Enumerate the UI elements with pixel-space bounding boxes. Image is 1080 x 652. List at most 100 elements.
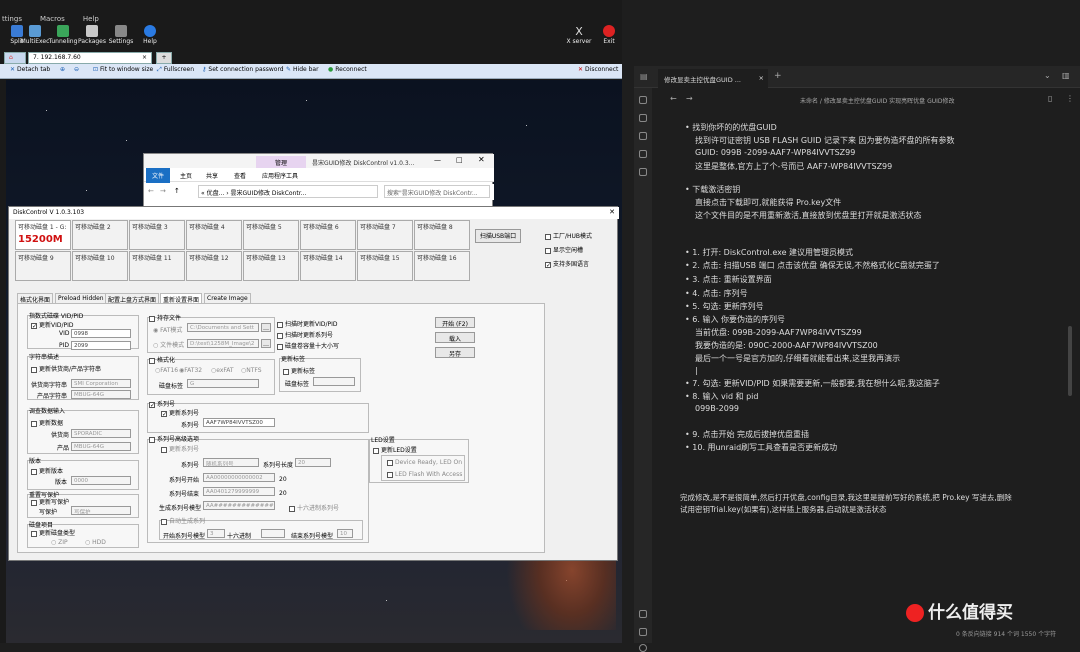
serial-advanced-checkbox[interactable]: 系列号高级选项	[149, 434, 199, 443]
ribbon-view[interactable]: 查看	[234, 171, 246, 180]
session-tab[interactable]: 7. 192.168.7.60 ×	[28, 52, 152, 64]
help-button[interactable]: Help	[133, 24, 167, 50]
disk-slot-7[interactable]: 可移动磁盘 7	[357, 220, 413, 250]
new-tab-button[interactable]: +	[774, 71, 782, 81]
update-version-checkbox[interactable]: 更新版本	[31, 466, 63, 475]
product-string-input[interactable]: MBUG-64G	[71, 390, 131, 399]
start-mask-input[interactable]: 3	[207, 529, 225, 538]
up-icon[interactable]: ↑	[174, 187, 180, 195]
ribbon-share[interactable]: 共享	[206, 171, 218, 180]
end-mask-input[interactable]: 10	[337, 529, 353, 538]
disk-label-input[interactable]	[313, 377, 355, 386]
led-ready-checkbox[interactable]: Device Ready, LED On	[387, 459, 462, 466]
disk-slot-5[interactable]: 可移动磁盘 5	[243, 220, 299, 250]
vault-icon[interactable]	[639, 628, 647, 636]
search-box[interactable]: 搜索"昙宋GUID修改 DiskContr...	[384, 185, 490, 198]
file-mode-radio[interactable]: ○ 文件模式	[153, 340, 184, 349]
update-led-checkbox[interactable]: 更新LED设置	[373, 445, 417, 454]
note-tab[interactable]: 修改显卖主控优盘GUID ... ×	[658, 69, 768, 88]
disk-slot-1[interactable]: 可移动磁盘 1 - G: 15200M	[15, 220, 71, 250]
adv-serial-select[interactable]: 随机系列号	[203, 458, 259, 467]
disk-slot-3[interactable]: 可移动磁盘 3	[129, 220, 185, 250]
scan-update-serial-checkbox[interactable]: 扫描时更新系列号	[277, 330, 333, 339]
set-password-button[interactable]: ⚷ Set connection password	[202, 66, 284, 73]
close-icon[interactable]: ×	[759, 74, 764, 82]
reconnect-button[interactable]: ● Reconnect	[328, 66, 367, 73]
product-input[interactable]: MBUG-64G	[71, 442, 131, 451]
disk-slot-11[interactable]: 可移动磁盘 11	[129, 251, 185, 281]
new-tab-button[interactable]: +	[156, 52, 172, 64]
disk-slot-14[interactable]: 可移动磁盘 14	[300, 251, 356, 281]
ribbon-home[interactable]: 主页	[180, 171, 192, 180]
tab-create-image[interactable]: Create Image	[204, 293, 251, 303]
update-disktype-checkbox[interactable]: 更新磁盘类型	[31, 528, 75, 537]
scan-usb-button[interactable]: 扫描USB端口	[475, 229, 521, 243]
browse-file-button[interactable]: …	[261, 339, 271, 348]
ntfs-radio[interactable]: ○NTFS	[241, 367, 262, 374]
exfat-radio[interactable]: ○exFAT	[211, 367, 234, 374]
update-vidpid-checkbox[interactable]: ✓ 更新VID/PID	[31, 320, 74, 329]
menu-help[interactable]: Help	[83, 15, 99, 23]
zip-radio[interactable]: ○ ZIP	[51, 539, 68, 546]
graph-icon[interactable]	[639, 114, 647, 122]
more-icon[interactable]: ⋮	[1066, 94, 1074, 103]
version-input[interactable]: 0000	[71, 476, 131, 485]
image-checkbox[interactable]: 持存文件	[149, 313, 181, 322]
forward-icon[interactable]: →	[686, 94, 693, 103]
scan-update-vidpid-checkbox[interactable]: 扫描时更新VID/PID	[277, 319, 338, 328]
vendor-input[interactable]: SPORADIC	[71, 429, 131, 438]
format-label-input[interactable]: G	[187, 379, 259, 388]
update-data-checkbox[interactable]: 更新数据	[31, 418, 63, 427]
file-icon[interactable]	[639, 96, 647, 104]
menu-macros[interactable]: Macros	[40, 15, 65, 23]
terminal-icon[interactable]	[639, 168, 647, 176]
address-bar[interactable]: « 优盘... › 昙宋GUID修改 DiskContr...	[198, 185, 378, 198]
fullscreen-button[interactable]: ⤢ Fullscreen	[157, 66, 194, 74]
disk-slot-12[interactable]: 可移动磁盘 12	[186, 251, 242, 281]
gear-icon[interactable]	[639, 644, 647, 652]
disk-slot-15[interactable]: 可移动磁盘 15	[357, 251, 413, 281]
home-tab[interactable]: ⌂	[4, 52, 26, 64]
disk-slot-16[interactable]: 可移动磁盘 16	[414, 251, 470, 281]
serial-checkbox[interactable]: ✓ 系列号	[149, 399, 175, 408]
adv-update-serial-checkbox[interactable]: 更新系列号	[161, 444, 199, 453]
browse-fat-button[interactable]: …	[261, 323, 271, 332]
disk-slot-6[interactable]: 可移动磁盘 6	[300, 220, 356, 250]
writeprotect-select[interactable]: 写保护	[71, 506, 131, 515]
back-icon[interactable]: ←	[670, 94, 677, 103]
manage-tab[interactable]: 管理	[256, 156, 306, 168]
close-icon[interactable]: ×	[142, 54, 147, 61]
format-checkbox[interactable]: 格式化	[149, 355, 175, 364]
minimize-button[interactable]: —	[434, 156, 441, 164]
disk-slot-9[interactable]: 可移动磁盘 9	[15, 251, 71, 281]
tab-preload[interactable]: Preload Hidden	[55, 293, 107, 303]
fat-mode-radio[interactable]: ◉ FAT模式	[153, 325, 182, 334]
text-cursor[interactable]: |	[695, 366, 698, 375]
serial-mask-input[interactable]: AA###############	[203, 501, 275, 510]
help-icon[interactable]	[639, 610, 647, 618]
forward-icon[interactable]: →	[160, 187, 166, 195]
fat32-radio[interactable]: ◉FAT32	[179, 367, 202, 374]
disk-slot-10[interactable]: 可移动磁盘 10	[72, 251, 128, 281]
maximize-button[interactable]: □	[456, 156, 463, 164]
multi-language-option[interactable]: ✓ 支持多国语言	[545, 259, 589, 268]
ribbon-apptools[interactable]: 应用程序工具	[262, 171, 298, 180]
serial-end-input[interactable]: AA0401279999999	[203, 487, 275, 496]
grid-icon[interactable]	[639, 132, 647, 140]
right-sidebar-icon[interactable]: ▥	[1062, 71, 1070, 80]
volume-case-checkbox[interactable]: 磁盘卷容量十大小写	[277, 341, 339, 350]
hex-serial-checkbox[interactable]: 十六进制系列号	[289, 503, 339, 512]
disk-slot-13[interactable]: 可移动磁盘 13	[243, 251, 299, 281]
menu-settings[interactable]: ttings	[2, 15, 22, 23]
file-path-input[interactable]: D:\test\1258M_Image\2	[187, 339, 259, 348]
show-empty-slots-option[interactable]: 显示空闲槽	[545, 245, 583, 254]
disk-slot-4[interactable]: 可移动磁盘 4	[186, 220, 242, 250]
update-writeprotect-checkbox[interactable]: 更新写保护	[31, 497, 69, 506]
hide-bar-button[interactable]: ✎ Hide bar	[286, 66, 319, 73]
close-button[interactable]: ✕	[609, 208, 615, 216]
hex-input[interactable]	[261, 529, 285, 538]
pid-input[interactable]: 2099	[71, 341, 131, 350]
back-icon[interactable]: ←	[148, 187, 154, 195]
serial-length-select[interactable]: 20	[295, 458, 331, 467]
vid-input[interactable]: 0998	[71, 329, 131, 338]
